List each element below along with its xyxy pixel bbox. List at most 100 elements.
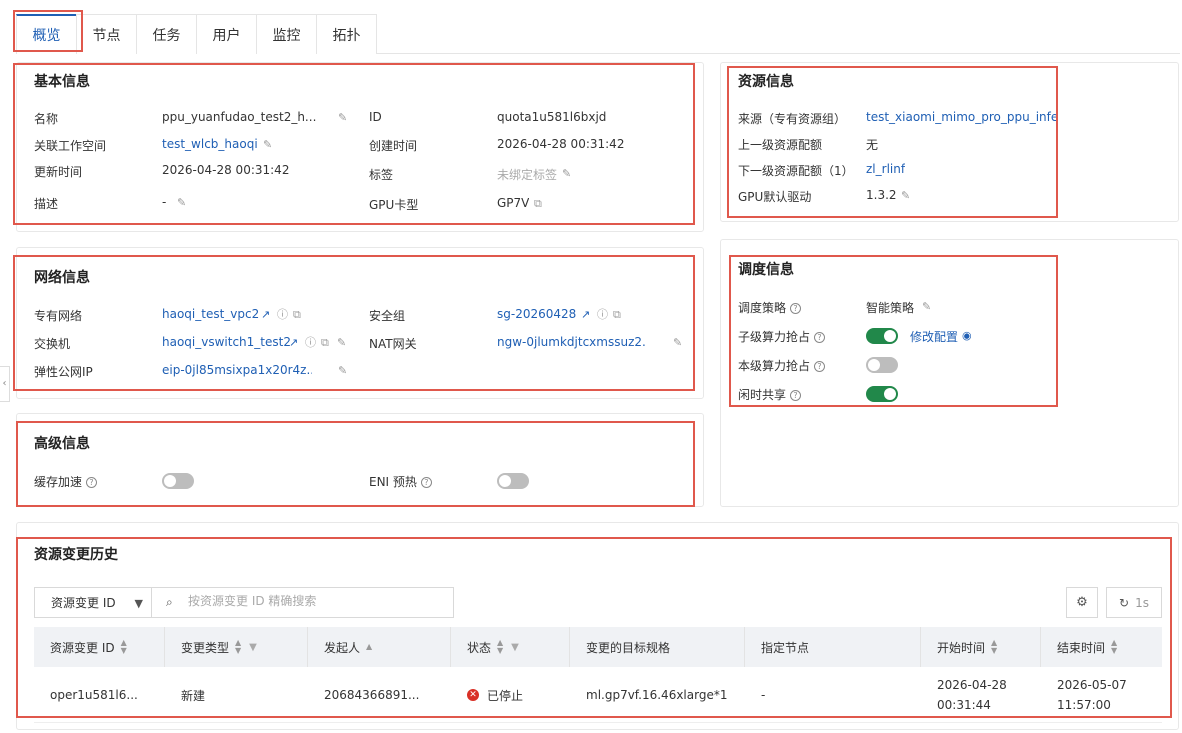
gpu-type-value: GP7V [497, 196, 530, 210]
edit-driver-icon[interactable]: ✎ [901, 190, 910, 202]
col-target-spec: 变更的目标规格 [570, 627, 745, 667]
col-status[interactable]: 状态 ▲ ▼ ▼ [451, 627, 570, 667]
tab-tasks[interactable]: 任务 [136, 14, 197, 54]
eip-link[interactable]: eip-0jl85msixpa1x20r4z... [162, 363, 312, 377]
nat-edit-icon[interactable]: ✎ [673, 337, 682, 349]
security-group-link[interactable]: sg-20260428 [497, 307, 576, 321]
tags-label: 标签 [369, 168, 394, 182]
col-change-id[interactable]: 资源变更 ID ▲ ▼ [34, 627, 165, 667]
vpc-info-icon[interactable]: ⓘ [277, 309, 288, 321]
cell-initiator: 20684366891... [324, 688, 420, 702]
desc-label: 描述 [34, 197, 59, 211]
vswitch-external-link-icon[interactable]: ↗ [289, 337, 298, 349]
cache-accel-label: 缓存加速? [34, 473, 98, 490]
refresh-icon: ↻ [1119, 595, 1130, 610]
child-preempt-switch[interactable] [866, 328, 898, 344]
idle-share-help-icon[interactable]: ? [790, 390, 802, 401]
desc-value: - [162, 195, 167, 209]
nat-link[interactable]: ngw-0jlumkdjtcxmssuz2... [497, 335, 647, 349]
tab-users[interactable]: 用户 [196, 14, 257, 54]
child-preempt-help-icon[interactable]: ? [814, 332, 826, 343]
refresh-button[interactable]: ↻ 1s [1106, 587, 1162, 618]
modify-config-link[interactable]: 修改配置 [910, 328, 958, 345]
sort-icon[interactable]: ▲ [366, 643, 372, 651]
vpc-copy-icon[interactable]: ⧉ [293, 309, 301, 321]
eye-icon[interactable]: ◉ [962, 330, 972, 342]
filter-icon[interactable]: ▼ [511, 642, 519, 653]
self-preempt-help-icon[interactable]: ? [814, 361, 826, 372]
cell-target-spec: ml.gp7vf.16.46xlarge*1 [586, 688, 728, 702]
basic-info-title: 基本信息 [34, 74, 90, 90]
gpu-driver-label: GPU默认驱动 [738, 190, 812, 204]
policy-label: 调度策略? [738, 299, 802, 316]
gpu-type-label: GPU卡型 [369, 198, 419, 212]
tab-nodes[interactable]: 节点 [76, 14, 137, 54]
copy-gpu-icon[interactable]: ⧉ [534, 198, 542, 210]
eni-help-icon[interactable]: ? [420, 477, 432, 488]
cache-help-icon[interactable]: ? [86, 477, 98, 488]
sg-copy-icon[interactable]: ⧉ [613, 309, 621, 321]
self-preempt-label: 本级算力抢占? [738, 357, 826, 374]
table-row: oper1u581l6... 新建 20684366891... ✕ 已停止 ml… [34, 667, 1162, 723]
workspace-link[interactable]: test_wlcb_haoqi [162, 137, 258, 151]
updated-label: 更新时间 [34, 165, 83, 179]
sg-external-link-icon[interactable]: ↗ [581, 309, 590, 321]
eip-edit-icon[interactable]: ✎ [338, 365, 347, 377]
collapse-handle[interactable]: ‹ [0, 366, 10, 402]
cell-start-time: 2026-04-28 00:31:44 [937, 678, 1007, 712]
sort-icon[interactable]: ▲ ▼ [235, 639, 241, 655]
nat-label: NAT网关 [369, 337, 417, 351]
history-title: 资源变更历史 [34, 547, 118, 563]
edit-desc-icon[interactable]: ✎ [177, 197, 186, 209]
stopped-status-icon: ✕ [467, 689, 479, 701]
gear-icon: ⚙ [1076, 595, 1088, 610]
upper-quota-label: 上一级资源配额 [738, 138, 823, 152]
lower-quota-link[interactable]: zl_rlinf [866, 162, 905, 176]
col-end-time[interactable]: 结束时间 ▲ ▼ [1041, 627, 1162, 667]
eni-warm-switch[interactable] [497, 473, 529, 489]
tab-topology[interactable]: 拓扑 [316, 14, 377, 54]
table-settings-button[interactable]: ⚙ [1066, 587, 1098, 618]
vpc-link[interactable]: haoqi_test_vpc2 [162, 307, 259, 321]
idle-share-label: 闲时共享? [738, 386, 802, 403]
edit-workspace-icon[interactable]: ✎ [263, 139, 272, 151]
vswitch-info-icon[interactable]: ⓘ [305, 337, 316, 349]
vswitch-label: 交换机 [34, 337, 71, 351]
name-label: 名称 [34, 112, 59, 126]
filter-field-select[interactable]: 资源变更 ID ▼ [34, 587, 152, 618]
policy-value: 智能策略 [866, 301, 915, 315]
col-start-time[interactable]: 开始时间 ▲ ▼ [921, 627, 1041, 667]
vswitch-link[interactable]: haoqi_vswitch1_test2 [162, 335, 291, 349]
sort-icon[interactable]: ▲ ▼ [1111, 639, 1117, 655]
edit-policy-icon[interactable]: ✎ [922, 301, 931, 313]
tab-overview[interactable]: 概览 [16, 14, 77, 54]
chevron-down-icon: ▼ [134, 597, 143, 610]
sort-icon[interactable]: ▲ ▼ [991, 639, 997, 655]
sort-icon[interactable]: ▲ ▼ [121, 639, 127, 655]
history-table-header: 资源变更 ID ▲ ▼ 变更类型 ▲ ▼ ▼ 发起人 ▲ 状态 ▲ ▼ ▼ 变更的目标规格 指定节… [34, 627, 1162, 667]
filter-icon[interactable]: ▼ [249, 642, 257, 653]
cache-accel-switch[interactable] [162, 473, 194, 489]
tab-monitor[interactable]: 监控 [256, 14, 317, 54]
idle-share-switch[interactable] [866, 386, 898, 402]
col-initiator[interactable]: 发起人 ▲ [308, 627, 451, 667]
vpc-external-link-icon[interactable]: ↗ [261, 309, 270, 321]
eni-warm-label: ENI 预热? [369, 473, 432, 490]
cell-change-type: 新建 [181, 688, 206, 703]
self-preempt-switch[interactable] [866, 357, 898, 373]
id-label: ID [369, 110, 382, 124]
workspace-label: 关联工作空间 [34, 139, 107, 153]
edit-name-icon[interactable]: ✎ [338, 112, 347, 124]
col-change-type[interactable]: 变更类型 ▲ ▼ ▼ [165, 627, 308, 667]
created-label: 创建时间 [369, 139, 418, 153]
security-group-label: 安全组 [369, 309, 406, 323]
sort-icon[interactable]: ▲ ▼ [497, 639, 503, 655]
vswitch-copy-icon[interactable]: ⧉ [321, 337, 329, 349]
edit-tags-icon[interactable]: ✎ [562, 168, 571, 180]
search-input[interactable] [188, 594, 438, 608]
sg-info-icon[interactable]: ⓘ [597, 309, 608, 321]
advanced-info-title: 高级信息 [34, 436, 90, 452]
source-link[interactable]: test_xiaomi_mimo_pro_ppu_infer [866, 110, 1056, 124]
policy-help-icon[interactable]: ? [790, 303, 802, 314]
vswitch-edit-icon[interactable]: ✎ [337, 337, 346, 349]
